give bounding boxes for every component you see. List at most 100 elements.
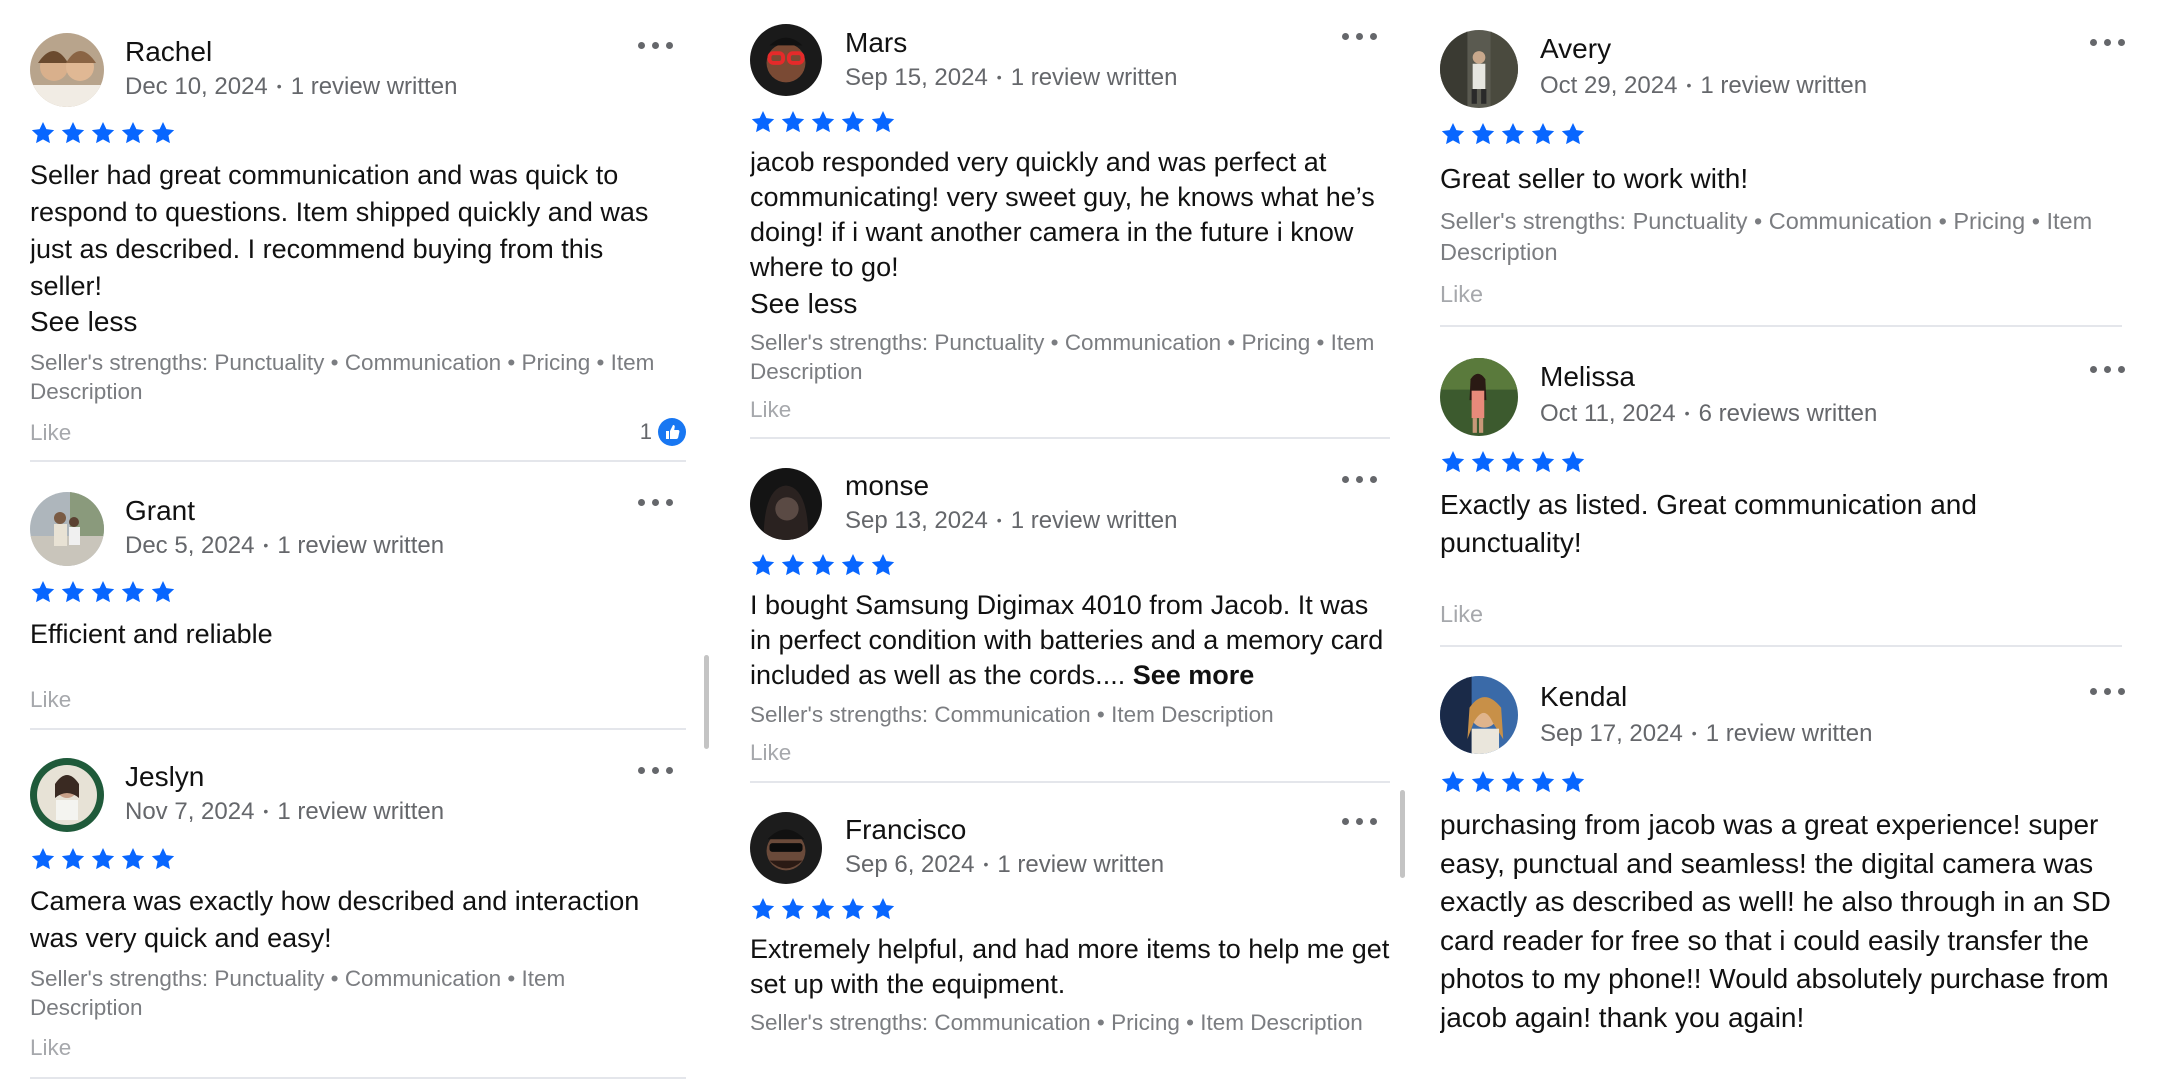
more-options-icon[interactable] (2090, 35, 2126, 49)
reviewer-name[interactable]: monse (845, 470, 929, 502)
star-icon (1440, 449, 1466, 475)
review-text: I bought Samsung Digimax 4010 from Jacob… (750, 588, 1390, 693)
star-icon (1500, 121, 1526, 147)
more-options-icon[interactable] (1342, 472, 1378, 486)
scrollbar[interactable] (1400, 790, 1405, 878)
review-date: Sep 6, 2024 (845, 851, 975, 878)
more-options-icon[interactable] (2090, 684, 2126, 698)
reviewer-name[interactable]: Melissa (1540, 361, 1635, 393)
divider (1440, 325, 2122, 327)
review-date: Nov 7, 2024 (125, 798, 255, 825)
review-count: 1 review written (1700, 72, 1868, 99)
review-meta: Nov 7, 2024 • 1 review written (125, 798, 445, 825)
star-icon (1500, 449, 1526, 475)
avatar[interactable] (750, 812, 822, 884)
avatar[interactable] (30, 492, 104, 566)
star-rating (30, 846, 176, 872)
star-icon (840, 552, 866, 578)
avatar[interactable] (750, 468, 822, 540)
like-button[interactable]: Like (1440, 281, 1483, 308)
review-count: 6 reviews written (1698, 400, 1878, 427)
star-icon (1440, 769, 1466, 795)
divider (1440, 645, 2122, 647)
star-icon (1560, 121, 1586, 147)
star-icon (30, 846, 56, 872)
see-less-link[interactable]: See less (30, 306, 137, 338)
see-less-link[interactable]: See less (750, 288, 857, 320)
like-button[interactable]: Like (30, 687, 71, 713)
star-icon (30, 579, 56, 605)
like-button[interactable]: Like (1440, 601, 1483, 628)
avatar[interactable] (30, 33, 104, 107)
seller-strengths: Seller's strengths: Communication • Item… (750, 702, 1274, 727)
divider (750, 437, 1390, 439)
star-rating (1440, 121, 1586, 147)
scrollbar[interactable] (704, 655, 709, 749)
avatar[interactable] (30, 758, 104, 832)
star-icon (780, 109, 806, 135)
avatar[interactable] (750, 24, 822, 96)
like-button[interactable]: Like (750, 397, 791, 423)
star-icon (1560, 449, 1586, 475)
review-card: Jeslyn Nov 7, 2024 • 1 review written Came… (30, 734, 686, 1080)
avatar[interactable] (1440, 676, 1518, 754)
more-options-icon[interactable] (1342, 814, 1378, 828)
seller-strengths: Seller's strengths: Punctuality • Commun… (30, 350, 655, 404)
more-options-icon[interactable] (1342, 29, 1378, 43)
more-options-icon[interactable] (638, 763, 674, 777)
more-options-icon[interactable] (638, 495, 674, 509)
star-icon (1560, 769, 1586, 795)
star-icon (840, 896, 866, 922)
reviewer-name[interactable]: Grant (125, 495, 195, 527)
review-text: Camera was exactly how described and int… (30, 886, 640, 953)
divider (30, 1077, 686, 1079)
review-count: 1 review written (1705, 720, 1873, 747)
avatar[interactable] (1440, 30, 1518, 108)
review-text: Exactly as listed. Great communication a… (1440, 489, 1977, 558)
review-count: 1 review written (290, 73, 458, 100)
reviews-column-3: Avery Oct 29, 2024 • 1 review written Grea… (1440, 0, 2130, 1080)
star-icon (120, 846, 146, 872)
see-more-link[interactable]: See more (1133, 660, 1255, 690)
star-rating (750, 552, 896, 578)
reviewer-name[interactable]: Rachel (125, 36, 212, 68)
star-icon (810, 896, 836, 922)
review-text-content: I bought Samsung Digimax 4010 from Jacob… (750, 590, 1384, 690)
reviewer-name[interactable]: Jeslyn (125, 761, 204, 793)
star-rating (30, 120, 176, 146)
reviewer-name[interactable]: Mars (845, 27, 907, 59)
reviewer-name[interactable]: Francisco (845, 814, 966, 846)
star-icon (150, 120, 176, 146)
like-button[interactable]: Like (30, 420, 71, 446)
star-icon (750, 109, 776, 135)
review-card: Francisco Sep 6, 2024 • 1 review written E… (750, 784, 1390, 1080)
reviews-column-1: Rachel Dec 10, 2024 • 1 review written Sel… (30, 0, 686, 1080)
review-count: 1 review written (277, 532, 445, 559)
review-text: Extremely helpful, and had more items to… (750, 934, 1390, 999)
reviewer-name[interactable]: Kendal (1540, 681, 1627, 713)
review-text: Efficient and reliable (30, 619, 273, 649)
review-text: Great seller to work with! (1440, 163, 1749, 194)
review-date: Dec 10, 2024 (125, 73, 268, 100)
star-icon (840, 109, 866, 135)
more-options-icon[interactable] (638, 38, 674, 52)
review-date: Sep 17, 2024 (1540, 720, 1683, 747)
like-count[interactable]: 1 (640, 418, 686, 446)
star-icon (1530, 769, 1556, 795)
star-icon (1500, 769, 1526, 795)
star-icon (1530, 121, 1556, 147)
more-options-icon[interactable] (2090, 362, 2126, 376)
like-button[interactable]: Like (750, 740, 791, 766)
star-icon (870, 896, 896, 922)
review-date: Oct 11, 2024 (1540, 400, 1676, 427)
star-rating (1440, 769, 1586, 795)
avatar[interactable] (1440, 358, 1518, 436)
star-icon (1470, 449, 1496, 475)
like-button[interactable]: Like (30, 1035, 71, 1061)
review-meta: Sep 13, 2024 • 1 review written (845, 507, 1178, 534)
review-meta: Sep 17, 2024 • 1 review written (1540, 720, 1873, 747)
review-meta: Dec 5, 2024 • 1 review written (125, 532, 445, 559)
reviewer-name[interactable]: Avery (1540, 33, 1611, 65)
star-icon (780, 896, 806, 922)
review-meta: Dec 10, 2024 • 1 review written (125, 73, 458, 100)
